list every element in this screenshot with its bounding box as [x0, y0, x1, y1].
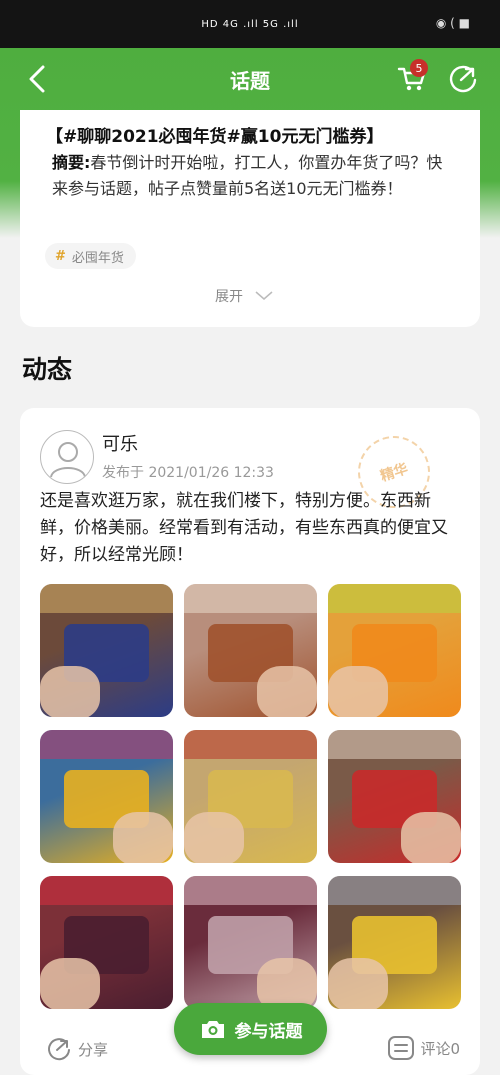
topic-card: 【#聊聊2021必囤年货#赢10元无门槛券】 摘要:春节倒计时开始啦，打工人，你… — [20, 110, 480, 327]
photo-mouse-snack[interactable] — [328, 876, 461, 1009]
photo-gift-box[interactable] — [40, 584, 173, 717]
share-icon — [48, 1038, 70, 1061]
avatar[interactable] — [40, 430, 94, 484]
comment-label: 评论0 — [420, 1039, 460, 1058]
join-topic-button[interactable]: 参与话题 — [174, 1003, 327, 1055]
comment-button[interactable]: 评论0 — [386, 1034, 460, 1062]
photo-persimmons[interactable] — [184, 584, 317, 717]
status-bar: HD 4G .ıll 5G .ıll ◉ ( ■ — [0, 0, 500, 48]
chevron-down-icon — [255, 291, 273, 300]
post-author[interactable]: 可乐 — [102, 430, 138, 456]
share-label: 分享 — [78, 1040, 109, 1059]
camera-icon — [201, 1021, 224, 1038]
post-content: 还是喜欢逛万家，就在我们楼下，特别方便。东西新鲜，价格美丽。经常看到有活动，有些… — [40, 491, 448, 565]
back-icon[interactable] — [22, 62, 52, 96]
photo-sunflowers[interactable] — [40, 730, 173, 863]
summary-text: 春节倒计时开始啦，打工人，你置办年货了吗？快来参与话题，帖子点赞量前5名送10元… — [52, 153, 443, 198]
join-label: 参与话题 — [234, 1021, 303, 1042]
tag-label: 必囤年货 — [71, 250, 124, 266]
expand-label: 展开 — [215, 289, 243, 305]
post-card[interactable]: 可乐 发布于 2021/01/26 12:33 精华 还是喜欢逛万家，就在我们楼… — [20, 408, 480, 1075]
photo-snack-shelf[interactable] — [184, 876, 317, 1009]
topic-summary: 摘要:春节倒计时开始啦，打工人，你置办年货了吗？快来参与话题，帖子点赞量前5名送… — [52, 150, 452, 202]
topic-title: 【#聊聊2021必囤年货#赢10元无门槛券】 — [46, 127, 384, 147]
topic-tag[interactable]: # 必囤年货 — [45, 243, 136, 269]
photo-oranges[interactable] — [328, 584, 461, 717]
hash-icon: # — [55, 248, 66, 264]
signal-indicator: HD 4G .ıll 5G .ıll — [201, 18, 299, 30]
photo-ferrero[interactable] — [184, 730, 317, 863]
photo-strawberries[interactable] — [328, 730, 461, 863]
cart-badge: 5 — [410, 59, 428, 77]
share-button[interactable]: 分享 — [44, 1034, 108, 1064]
photo-cherries[interactable] — [40, 876, 173, 1009]
user-icon — [50, 442, 86, 478]
nav-bar: 话题 5 — [0, 48, 500, 110]
summary-label: 摘要: — [52, 153, 91, 172]
comment-icon — [388, 1036, 415, 1060]
share-icon[interactable] — [446, 61, 480, 95]
section-title: 动态 — [22, 355, 73, 384]
expand-button[interactable]: 展开 — [215, 286, 273, 306]
photo-grid — [40, 584, 461, 1009]
post-time: 发布于 2021/01/26 12:33 — [102, 465, 274, 481]
status-icons: ◉ ( ■ — [435, 16, 470, 30]
page-title: 话题 — [230, 68, 270, 93]
